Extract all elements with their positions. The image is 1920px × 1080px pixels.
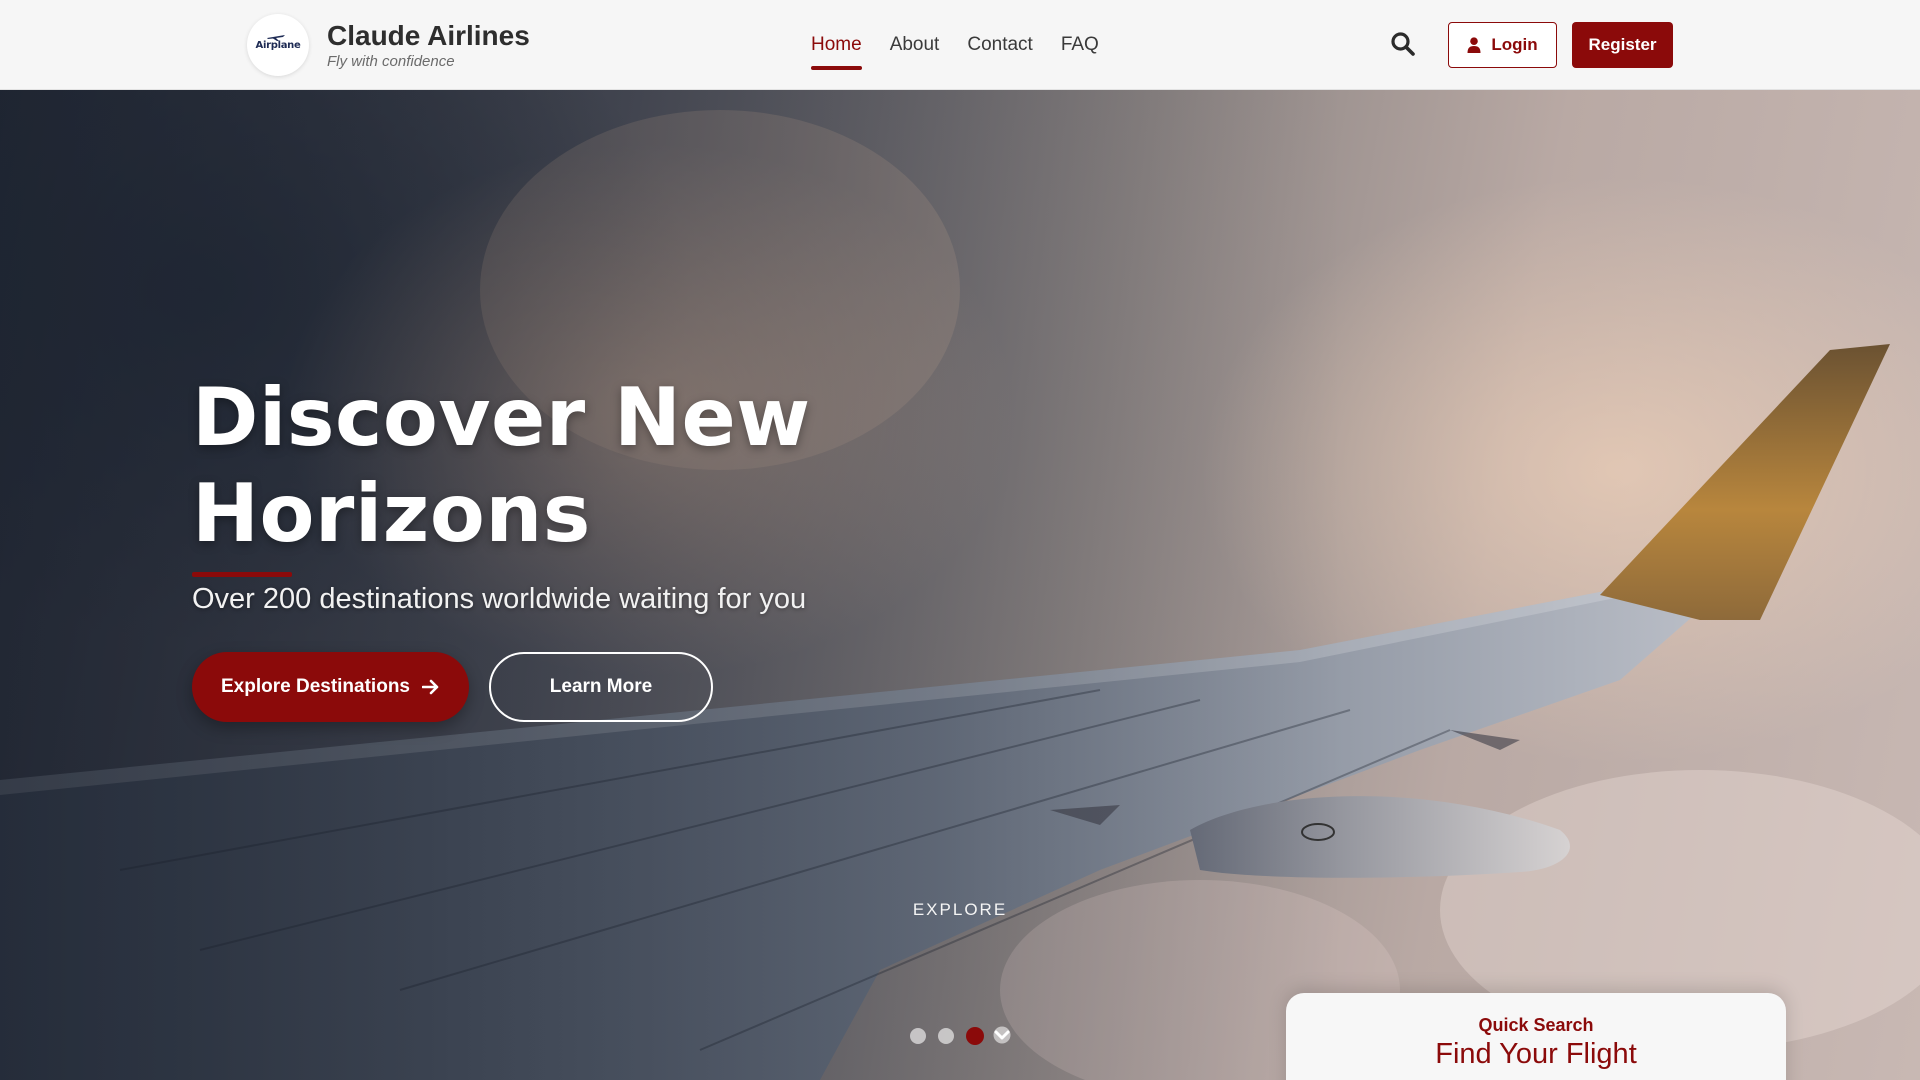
brand-tagline: Fly with confidence <box>327 52 455 70</box>
hero-content: Discover New Horizons Over 200 destinati… <box>192 370 892 722</box>
nav-faq[interactable]: FAQ <box>1061 34 1099 70</box>
brand-name: Claude Airlines <box>327 19 530 51</box>
brand: Claude Airlines Fly with confidence <box>327 20 530 71</box>
hero-actions: Explore Destinations Learn More <box>192 652 892 722</box>
search-icon[interactable] <box>1390 31 1418 59</box>
main-nav: Home About Contact FAQ <box>811 34 1099 70</box>
chevron-down-icon[interactable] <box>992 1026 1012 1044</box>
hero-title: Discover New Horizons <box>192 371 811 560</box>
logo-mark-text: Airplane <box>256 34 301 51</box>
user-icon <box>1467 37 1481 53</box>
arrow-right-icon <box>422 679 439 695</box>
learn-more-button[interactable]: Learn More <box>489 652 713 722</box>
carousel-dot-3[interactable] <box>966 1027 984 1045</box>
register-button[interactable]: Register <box>1572 22 1673 68</box>
site-header: Airplane Claude Airlines Fly with confid… <box>0 0 1920 90</box>
explore-button-label: Explore Destinations <box>221 676 410 697</box>
nav-contact[interactable]: Contact <box>967 34 1032 70</box>
nav-about[interactable]: About <box>890 34 940 70</box>
scroll-explore-label: EXPLORE <box>912 900 1008 919</box>
quick-search-card: Quick Search Find Your Flight <box>1286 993 1786 1080</box>
explore-destinations-button[interactable]: Explore Destinations <box>192 652 469 722</box>
login-label: Login <box>1491 35 1538 54</box>
logo[interactable]: Airplane Claude Airlines Fly with confid… <box>247 14 530 76</box>
airplane-icon <box>266 34 285 41</box>
nav-home[interactable]: Home <box>811 34 862 70</box>
carousel-dot-1[interactable] <box>910 1028 926 1044</box>
carousel-dots <box>910 1027 984 1045</box>
hero-subtitle: Over 200 destinations worldwide waiting … <box>192 583 807 615</box>
logo-badge: Airplane <box>247 14 309 76</box>
login-button[interactable]: Login <box>1448 22 1557 68</box>
quick-search-title: Find Your Flight <box>1435 1038 1637 1070</box>
hero-title-underline <box>192 572 292 577</box>
carousel-dot-2[interactable] <box>938 1028 954 1044</box>
quick-search-label: Quick Search <box>1478 1015 1594 1035</box>
